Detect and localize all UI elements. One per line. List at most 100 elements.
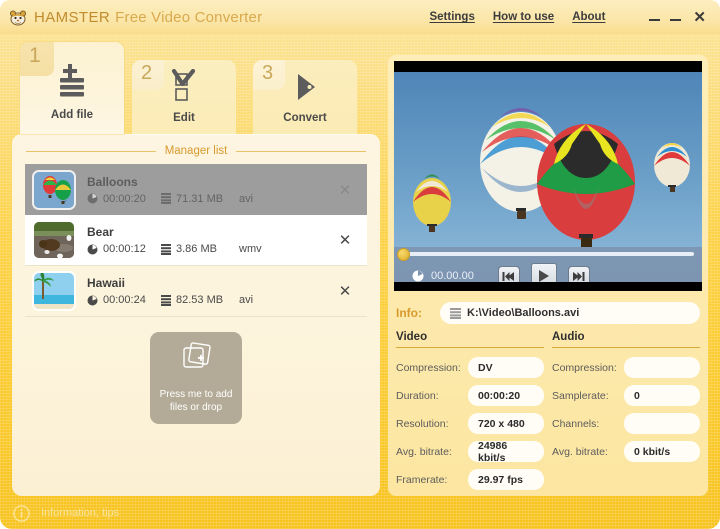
information-icon <box>13 504 30 522</box>
menu-about[interactable]: About <box>572 11 605 23</box>
drop-zone-line-1: Press me to add <box>159 389 233 400</box>
format-value: avi <box>239 192 254 205</box>
tab-convert[interactable]: 3 Convert <box>253 60 357 134</box>
tab-edit[interactable]: 2 Edit <box>132 60 236 134</box>
field-label: Avg. bitrate: <box>552 445 608 458</box>
clock-icon <box>87 193 98 204</box>
size-field: 3.86 MB <box>161 243 239 255</box>
file-list-icon <box>161 243 171 255</box>
format-value: avi <box>239 294 254 306</box>
info-columns: Video Compression: DV Duration: 00:00:20… <box>396 331 700 497</box>
remove-file-button[interactable]: ✕ <box>331 181 359 199</box>
video-info-column: Video Compression: DV Duration: 00:00:20… <box>396 331 544 497</box>
size-field: 82.53 MB <box>161 294 239 306</box>
field-value[interactable]: 0 <box>624 385 700 406</box>
title-bar: HAMSTER Free Video Converter Settings Ho… <box>0 0 720 34</box>
field-audio-avg-bitrate: Avg. bitrate: 0 kbit/s <box>552 441 700 462</box>
field-value[interactable]: 720 x 480 <box>468 413 544 434</box>
window-controls: ✕ <box>649 10 706 25</box>
bear-thumbnail <box>32 220 76 260</box>
divider-right <box>236 150 367 152</box>
row-text: Bear 00:00:12 3.86 MB wmv <box>87 225 331 255</box>
info-label: Info: <box>396 306 422 320</box>
audio-column-header: Audio <box>552 331 700 348</box>
status-text: Information, tips <box>41 507 120 519</box>
table-row[interactable]: Balloons 00:00:20 71.31 MB avi ✕ <box>25 164 367 215</box>
file-list-icon <box>161 193 171 204</box>
field-label: Compression: <box>552 361 617 374</box>
audio-info-column: Audio Compression: Samplerate: 0 Channel… <box>552 331 700 497</box>
menu-bar: Settings How to use About ✕ <box>429 10 712 25</box>
player-letterbox <box>394 282 702 291</box>
field-video-avg-bitrate: Avg. bitrate: 24986 kbit/s <box>396 440 544 464</box>
field-value[interactable]: 24986 kbit/s <box>468 440 544 464</box>
duration-value: 00:00:24 <box>103 294 146 306</box>
remove-file-button[interactable]: ✕ <box>331 231 359 249</box>
maximize-button[interactable] <box>670 11 682 23</box>
convert-play-icon <box>253 68 357 106</box>
field-label: Framerate: <box>396 473 448 486</box>
field-value[interactable] <box>624 413 700 434</box>
field-audio-samplerate: Samplerate: 0 <box>552 385 700 406</box>
field-audio-compression: Compression: <box>552 357 700 378</box>
close-button[interactable]: ✕ <box>693 10 706 25</box>
add-files-drop-zone[interactable]: Press me to add files or drop <box>150 332 242 424</box>
file-name: Hawaii <box>87 276 126 290</box>
brand-subtitle: Free Video Converter <box>115 8 263 26</box>
field-value[interactable]: 29.97 fps <box>468 469 544 490</box>
field-value[interactable]: 0 kbit/s <box>624 441 700 462</box>
clock-icon <box>87 244 98 255</box>
manager-panel: Manager list Balloons 00:00:20 71.31 MB … <box>12 134 380 496</box>
field-value[interactable]: 00:00:20 <box>468 385 544 406</box>
field-video-framerate: Framerate: 29.97 fps <box>396 469 544 490</box>
seek-bar[interactable] <box>397 248 694 261</box>
clock-icon <box>87 295 98 306</box>
table-row[interactable]: Hawaii 00:00:24 82.53 MB avi ✕ <box>25 266 367 317</box>
clock-icon <box>412 270 424 282</box>
file-list-icon <box>450 307 461 319</box>
field-label: Compression: <box>396 361 461 374</box>
row-text: Balloons 00:00:20 71.31 MB avi <box>87 175 331 205</box>
field-video-resolution: Resolution: 720 x 480 <box>396 413 544 434</box>
file-list-icon <box>161 294 171 306</box>
playback-time-value: 00.00.00 <box>431 270 474 282</box>
edit-check-icon <box>132 68 236 106</box>
info-row: Info: K:\Video\Balloons.avi <box>396 301 700 325</box>
brand-name: HAMSTER <box>34 8 111 26</box>
table-row[interactable]: Bear 00:00:12 3.86 MB wmv ✕ <box>25 215 367 266</box>
size-value: 3.86 MB <box>176 243 217 255</box>
menu-how-to-use[interactable]: How to use <box>493 11 554 23</box>
row-text: Hawaii 00:00:24 82.53 MB avi <box>87 276 331 306</box>
file-meta: 00:00:20 71.31 MB avi <box>87 193 331 205</box>
video-player[interactable]: 00.00.00 <box>394 61 702 291</box>
menu-settings[interactable]: Settings <box>429 11 474 23</box>
size-value: 71.31 MB <box>176 192 224 205</box>
divider-left <box>26 150 156 152</box>
duration-field: 00:00:20 <box>87 193 161 205</box>
manager-list-header: Manager list <box>26 140 367 162</box>
hamster-logo-icon <box>9 8 27 26</box>
remove-file-button[interactable]: ✕ <box>331 282 359 300</box>
field-value[interactable] <box>624 357 700 378</box>
tab-add-file[interactable]: 1 Add file <box>20 42 124 134</box>
format-value: wmv <box>239 243 262 255</box>
balloons-thumbnail <box>32 169 76 210</box>
seek-handle[interactable] <box>397 248 410 261</box>
field-label: Duration: <box>396 389 439 402</box>
field-video-compression: Compression: DV <box>396 357 544 378</box>
application-window: HAMSTER Free Video Converter Settings Ho… <box>0 0 720 529</box>
duration-value: 00:00:20 <box>103 192 146 205</box>
field-value[interactable]: DV <box>468 357 544 378</box>
preview-info-panel: 00.00.00 Info: K:\Video\Balloons.avi Vid… <box>388 55 708 496</box>
hawaii-thumbnail <box>32 271 76 311</box>
size-field: 71.31 MB <box>161 193 239 205</box>
file-meta: 00:00:24 82.53 MB avi <box>87 294 331 306</box>
file-meta: 00:00:12 3.86 MB wmv <box>87 243 331 255</box>
file-path-field[interactable]: K:\Video\Balloons.avi <box>440 302 700 324</box>
file-list[interactable]: Balloons 00:00:20 71.31 MB avi ✕ Bear 00… <box>25 164 367 317</box>
duration-value: 00:00:12 <box>103 243 146 255</box>
tab-label-add-file: Add file <box>50 109 94 121</box>
minimize-button[interactable] <box>649 11 661 23</box>
manager-list-title: Manager list <box>164 145 228 157</box>
duration-field: 00:00:12 <box>87 243 161 255</box>
